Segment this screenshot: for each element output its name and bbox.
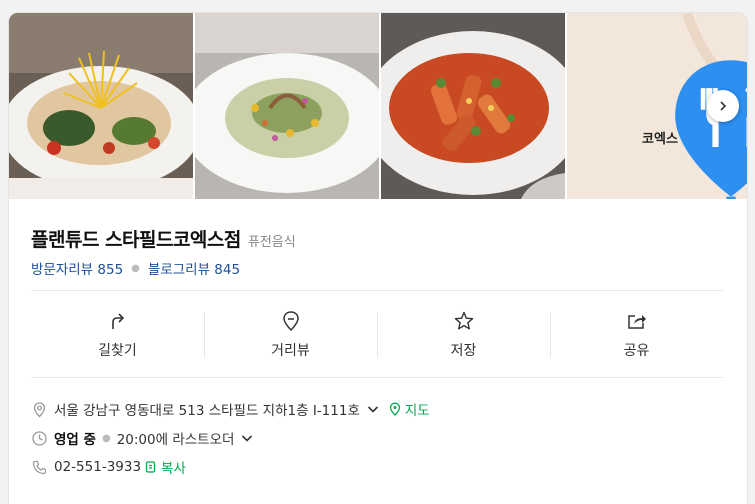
place-name: 플랜튜드 스타필드코엑스점 [31,229,241,251]
phone-number: 02-551-3933 [54,459,142,475]
open-status: 영업 중 [54,432,96,448]
food-photo-1[interactable] [9,13,193,199]
street-view-button[interactable]: 거리뷰 [204,308,377,368]
photo-strip: 코엑스 [9,13,747,199]
clock-icon [32,430,47,446]
restaurant-pin-icon [675,60,747,199]
chevron-down-icon[interactable] [240,431,254,445]
address-row: 서울 강남구 영동대로 513 스타필드 지하1층 I-111호 지도 [31,399,430,419]
chevron-down-icon[interactable] [366,402,380,416]
map-pin-icon [282,311,299,332]
blog-reviews-link[interactable]: 블로그리뷰 845 [148,258,240,278]
street-view-label: 거리뷰 [271,343,310,359]
place-category: 퓨전음식 [247,235,296,250]
share-button[interactable]: 공유 [550,308,723,368]
separator-dot: ● [131,262,140,274]
share-icon [627,315,646,329]
share-label: 공유 [623,343,650,359]
title-row: 플랜튜드 스타필드코엑스점 퓨전음식 [31,225,296,252]
hours-text: 20:00에 라스트오더 [116,432,235,448]
directions-label: 길찾기 [98,343,137,359]
map-link[interactable]: 지도 [405,399,430,419]
visitor-reviews-link[interactable]: 방문자리뷰 855 [31,258,123,278]
hours-row: 영업 중 ● 20:00에 라스트오더 [31,428,254,448]
copy-icon[interactable] [144,460,158,474]
phone-row: 02-551-3933 복사 [31,457,186,477]
map-marker-icon [389,402,401,416]
separator-dot: ● [101,432,111,444]
action-bar: 길찾기 거리뷰 저장 공유 [31,308,723,368]
next-photo-button[interactable] [707,90,739,122]
save-button[interactable]: 저장 [377,308,550,368]
address-text: 서울 강남구 영동대로 513 스타필드 지하1층 I-111호 [54,403,360,419]
directions-icon [111,313,124,329]
place-card: 코엑스 플랜튜드 스타필드코엑스점 퓨전음식 방문자리뷰 855 ● 블로그리뷰… [8,12,748,504]
star-icon [454,311,473,330]
food-photo-3[interactable] [381,13,565,199]
location-pin-icon [33,401,46,417]
phone-icon [32,460,47,474]
directions-button[interactable]: 길찾기 [31,308,204,368]
chevron-right-icon [720,101,727,111]
divider [31,290,723,291]
food-photo-2[interactable] [195,13,379,199]
save-label: 저장 [450,343,477,359]
review-row: 방문자리뷰 855 ● 블로그리뷰 845 [31,258,240,278]
copy-button[interactable]: 복사 [161,457,186,477]
map-label: 코엑스 [642,132,678,147]
divider [31,377,723,378]
